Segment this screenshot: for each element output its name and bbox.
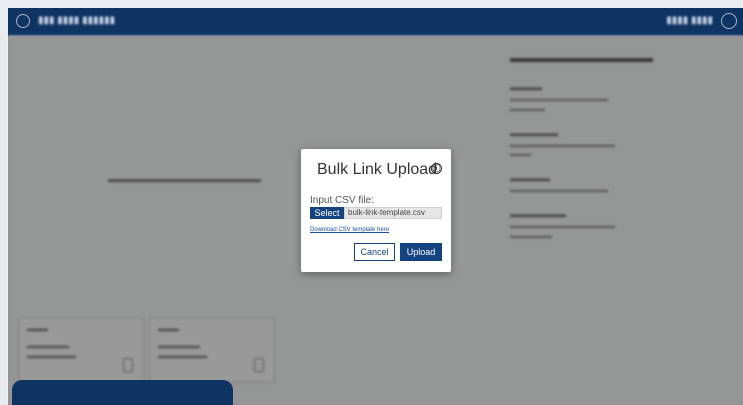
select-file-button[interactable]: Select (310, 207, 344, 219)
app-logo-icon (16, 14, 30, 28)
bottom-panel (12, 380, 233, 405)
bulk-link-upload-dialog: Bulk Link Upload ⓘ Input CSV file: Selec… (301, 149, 451, 272)
app-title-blurred: ▮▮▮ ▮▮▮▮ ▮▮▮▮▮▮ (38, 15, 116, 26)
input-csv-label: Input CSV file: (310, 195, 374, 206)
info-icon[interactable]: ⓘ (431, 163, 442, 174)
user-avatar-icon (721, 13, 737, 29)
dialog-title: Bulk Link Upload (317, 161, 438, 178)
cancel-button[interactable]: Cancel (354, 243, 395, 261)
top-bar: ▮▮▮ ▮▮▮▮ ▮▮▮▮▮▮ ▮▮▮▮ ▮▮▮▮ (8, 8, 743, 36)
upload-button[interactable]: Upload (400, 243, 442, 261)
selected-file-name: bulk-link-template.csv (344, 207, 442, 219)
download-template-link[interactable]: Download CSV template here (310, 227, 389, 233)
user-greeting-blurred: ▮▮▮▮ ▮▮▮▮ (666, 15, 713, 26)
